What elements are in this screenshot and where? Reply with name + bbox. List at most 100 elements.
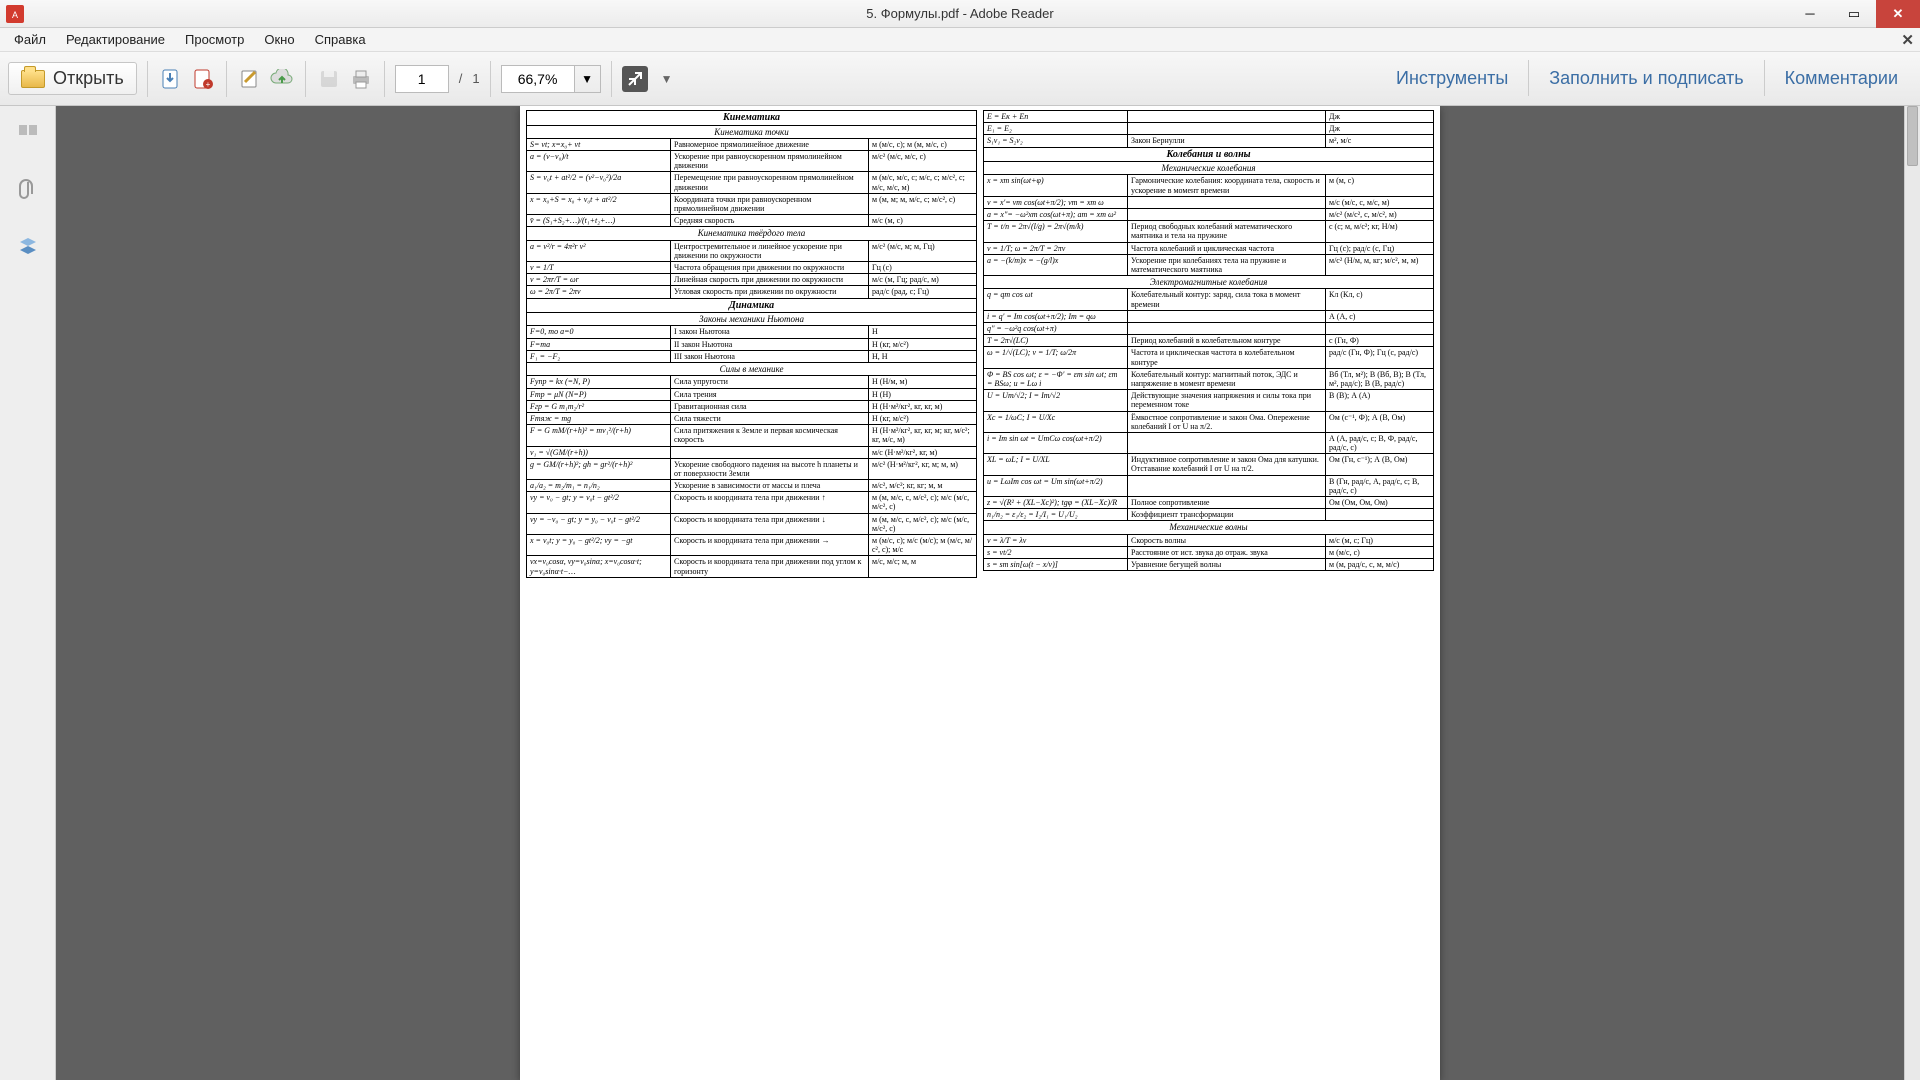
description-cell	[1128, 475, 1326, 496]
create-pdf-icon[interactable]: +	[190, 66, 216, 92]
tools-panel-button[interactable]: Инструменты	[1382, 60, 1522, 97]
formula-cell: a = −(k/m)x = −(g/l)x	[984, 254, 1128, 275]
edit-icon[interactable]	[237, 66, 263, 92]
units-cell: Кл (Кл, с)	[1326, 289, 1434, 310]
formula-cell: a₁/a₂ = m₂/m₁ = n₁/n₂	[527, 480, 671, 492]
separator	[384, 61, 385, 97]
thumbnails-icon[interactable]	[14, 120, 42, 148]
units-cell: м (м, м/с, с, м/с², с); м/с (м/с, м/с², …	[869, 513, 977, 534]
minimize-button[interactable]: ─	[1788, 0, 1832, 28]
document-viewport[interactable]: КинематикаКинематика точкиS= vt; x=x₀+ v…	[56, 106, 1904, 1080]
fill-sign-panel-button[interactable]: Заполнить и подписать	[1535, 60, 1757, 97]
formula-cell: vy = v₀ − gt; y = v₀t − gt²/2	[527, 492, 671, 513]
description-cell	[1128, 208, 1326, 220]
page-right-column: E = Eк + EпДжE₁ = E₂ДжS₁v₁ = S₂v₂Закон Б…	[983, 110, 1434, 1076]
description-cell: Ускорение свободного падения на высоте h…	[671, 458, 869, 479]
formula-cell: ω = 2π/T = 2πν	[527, 286, 671, 298]
units-cell: Дж	[1326, 111, 1434, 123]
table-row: Fтяж = mgСила тяжестиН (кг, м/с²)	[527, 412, 977, 424]
cloud-upload-icon[interactable]	[269, 66, 295, 92]
zoom-input[interactable]	[502, 66, 574, 92]
description-cell: Средняя скорость	[671, 215, 869, 227]
table-row: F=maII закон НьютонаН (кг, м/с²)	[527, 338, 977, 350]
close-doc-icon[interactable]: ✕	[1901, 31, 1914, 49]
description-cell: I закон Ньютона	[671, 326, 869, 338]
separator	[1528, 60, 1529, 96]
table-row: T = t/n = 2π√(l/g) = 2π√(m/k)Период своб…	[984, 221, 1434, 242]
formula-cell: S = v₀t + at²/2 = (v²−v₀²)/2a	[527, 172, 671, 193]
formula-cell: g = GM/(r+h)²; gh = gr²/(r+h)²	[527, 458, 671, 479]
separator	[1764, 60, 1765, 96]
table-row: E = Eк + Eп Дж	[984, 111, 1434, 123]
description-cell: Гармонические колебания: координата тела…	[1128, 175, 1326, 196]
units-cell: м/с (м, с)	[869, 215, 977, 227]
read-mode-icon[interactable]	[622, 66, 648, 92]
formula-cell: u = LωIm cos ωt = Um sin(ωt+π/2)	[984, 475, 1128, 496]
formula-cell: T = 2π√(LC)	[984, 335, 1128, 347]
table-row: a = x''= −ω²xm cos(ωt+π); am = xm ω²м/с²…	[984, 208, 1434, 220]
formula-cell: F₁ = −F₂	[527, 350, 671, 362]
comments-panel-button[interactable]: Комментарии	[1771, 60, 1912, 97]
formula-cell: E = Eк + Eп	[984, 111, 1128, 123]
table-row: S= vt; x=x₀+ vtРавномерное прямолинейное…	[527, 138, 977, 150]
description-cell: Закон Бернулли	[1128, 135, 1326, 147]
menu-edit[interactable]: Редактирование	[58, 30, 173, 49]
formula-cell: a = x''= −ω²xm cos(ωt+π); am = xm ω²	[984, 208, 1128, 220]
zoom-dropdown[interactable]: ▼	[574, 66, 600, 92]
menu-view[interactable]: Просмотр	[177, 30, 252, 49]
maximize-button[interactable]: ▭	[1832, 0, 1876, 28]
table-row: a = (v−v₀)/tУскорение при равноускоренно…	[527, 151, 977, 172]
formula-cell: v = x'= vm cos(ωt+π/2); vm = xm ω	[984, 196, 1128, 208]
table-row: ν = 1/T; ω = 2π/T = 2πνЧастота колебаний…	[984, 242, 1434, 254]
formula-cell: x = x₀+S = x₀ + v₀t + at²/2	[527, 193, 671, 214]
description-cell	[1128, 123, 1326, 135]
attachments-icon[interactable]	[14, 176, 42, 204]
table-row: s = vt/2Расстояние от ист. звука до отра…	[984, 546, 1434, 558]
menu-help[interactable]: Справка	[307, 30, 374, 49]
open-button[interactable]: Открыть	[8, 62, 137, 95]
units-cell: рад/с (рад, с; Гц)	[869, 286, 977, 298]
section-title: Кинематика	[527, 111, 977, 126]
units-cell: м², м/с	[1326, 135, 1434, 147]
table-row: v̄ = (S₁+S₂+…)/(t₁+t₂+…)Средняя скорость…	[527, 215, 977, 227]
subsection-title: Силы в механике	[527, 363, 977, 376]
menu-window[interactable]: Окно	[256, 30, 302, 49]
table-row: Fупр = kx (=N, P)Сила упругостиН (Н/м, м…	[527, 376, 977, 388]
scrollbar-thumb[interactable]	[1907, 106, 1918, 166]
page-number-input[interactable]	[395, 65, 449, 93]
table-row: q = qm cos ωtКолебательный контур: заряд…	[984, 289, 1434, 310]
description-cell: Частота колебаний и циклическая частота	[1128, 242, 1326, 254]
table-row: S = v₀t + at²/2 = (v²−v₀²)/2aПеремещение…	[527, 172, 977, 193]
pdf-icon: A	[6, 5, 24, 23]
units-cell: с (Гн, Ф)	[1326, 335, 1434, 347]
page-total: 1	[472, 71, 479, 86]
units-cell: м/с² (Н·м²/кг², кг, м; м, м)	[869, 458, 977, 479]
close-button[interactable]: ✕	[1876, 0, 1920, 28]
units-cell: Гц (с)	[869, 262, 977, 274]
print-icon[interactable]	[348, 66, 374, 92]
table-row: vy = −v₀ − gt; y = y₀ − v₀t − gt²/2Скоро…	[527, 513, 977, 534]
toolbar-more-icon[interactable]: ▼	[654, 66, 680, 92]
table-row: s = sm sin[ω(t − x/v)]Уравнение бегущей …	[984, 559, 1434, 571]
units-cell	[1326, 509, 1434, 521]
units-cell: м (м/с, м/с, с; м/с, с; м/с², с; м/с, м/…	[869, 172, 977, 193]
vertical-scrollbar[interactable]	[1904, 106, 1920, 1080]
units-cell: м/с, м/с; м, м	[869, 556, 977, 577]
units-cell: м (м, м; м, м/с, с; м/с², с)	[869, 193, 977, 214]
layers-icon[interactable]	[14, 232, 42, 260]
table-row: v = λ/T = λνСкорость волным/с (м, с; Гц)	[984, 534, 1434, 546]
save-icon[interactable]	[316, 66, 342, 92]
table-row: Fгр = G m₁m₂/r²Гравитационная силаН (Н·м…	[527, 400, 977, 412]
export-pdf-icon[interactable]	[158, 66, 184, 92]
menu-file[interactable]: Файл	[6, 30, 54, 49]
description-cell	[1128, 111, 1326, 123]
table-row: S₁v₁ = S₂v₂Закон Бернуллим², м/с	[984, 135, 1434, 147]
units-cell: м (м, м/с, с, м/с², с); м/с (м/с, м/с², …	[869, 492, 977, 513]
units-cell: Н, Н	[869, 350, 977, 362]
subsection-title: Механические колебания	[984, 162, 1434, 175]
description-cell: Расстояние от ист. звука до отраж. звука	[1128, 546, 1326, 558]
description-cell	[1128, 323, 1326, 335]
formula-cell: F=ma	[527, 338, 671, 350]
description-cell: Скорость и координата тела при движении …	[671, 513, 869, 534]
section-title: Колебания и волны	[984, 147, 1434, 162]
